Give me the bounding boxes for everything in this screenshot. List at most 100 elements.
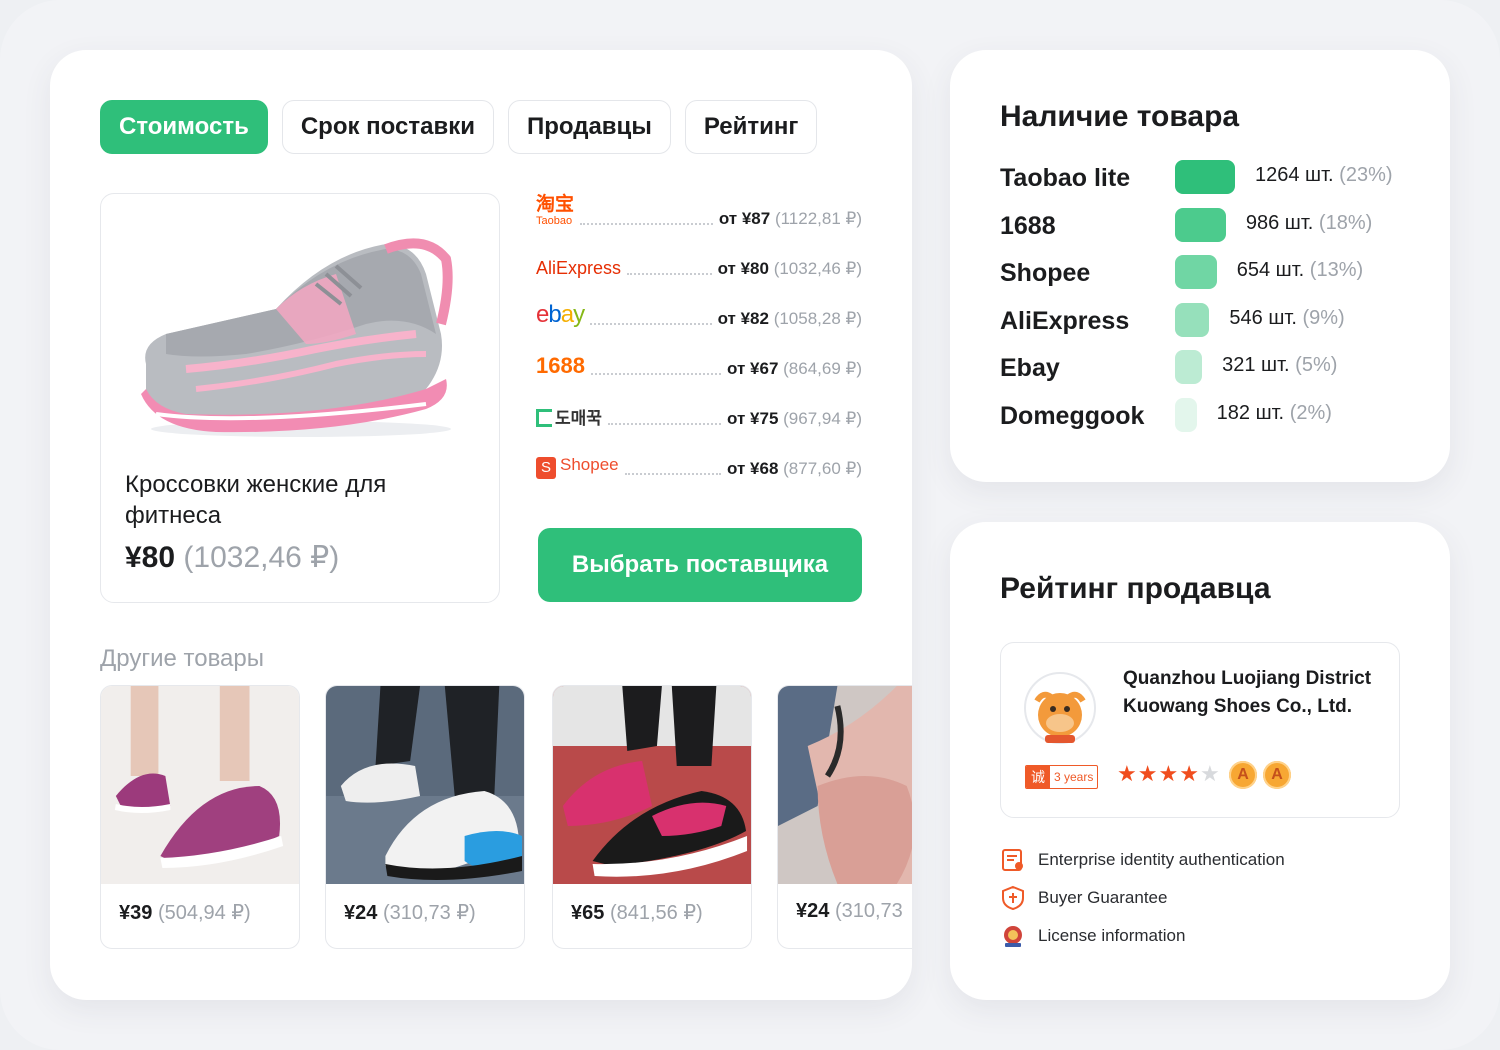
supplier-price-converted: (1122,81 ₽): [774, 209, 862, 228]
aliexpress-logo-icon: AliExpress: [536, 258, 622, 278]
supplier-price: от ¥67 (864,69 ₽): [727, 359, 862, 379]
stock-count-value: 654 шт.: [1236, 259, 1305, 281]
stock-count: 1264 шт. (23%): [1255, 164, 1393, 187]
stock-count-percent: (5%): [1295, 354, 1338, 376]
other-product-price-converted: (841,56 ₽): [609, 902, 703, 924]
star-filled-icon: ★: [1117, 761, 1138, 786]
1688-logo-icon: 1688: [536, 353, 585, 378]
stock-count: 986 шт. (18%): [1246, 212, 1372, 235]
feature-buyer-guarantee[interactable]: Buyer Guarantee: [1000, 884, 1167, 912]
other-product-image: [778, 686, 912, 884]
supplier-row-taobao[interactable]: 淘宝 Taobao от ¥87 (1122,81 ₽): [536, 193, 862, 243]
stock-count: 654 шт. (13%): [1237, 259, 1363, 282]
stock-source-name: Shopee: [1000, 259, 1091, 287]
ebay-logo-icon: ebay: [536, 301, 585, 328]
supplier-row-shopee[interactable]: S Shopee от ¥68 (877,60 ₽): [536, 443, 862, 493]
product-comparison-card: Стоимость Срок поставки Продавцы Рейтинг…: [50, 50, 912, 1000]
tab-bar: Стоимость Срок поставки Продавцы Рейтинг: [100, 100, 818, 154]
supplier-price: от ¥87 (1122,81 ₽): [719, 209, 862, 229]
medal-icon: A: [1229, 761, 1257, 789]
taobao-logo-sub: Taobao: [536, 215, 573, 227]
leader-dots: [590, 323, 712, 325]
stock-bar: [1175, 350, 1203, 384]
stock-source-name: Taobao lite: [1000, 164, 1131, 192]
supplier-price: от ¥68 (877,60 ₽): [727, 459, 862, 479]
other-product-image: [553, 686, 751, 884]
domeggook-logo-text: 도매꾹: [555, 409, 602, 428]
star-filled-icon: ★: [1158, 761, 1180, 786]
other-product-price-converted: (504,94 ₽): [157, 902, 251, 924]
supplier-price-converted: (1032,46 ₽): [773, 259, 862, 278]
stock-row: Shopee 654 шт. (13%): [1000, 255, 1420, 295]
other-product-card[interactable]: ¥24 (310,73: [777, 685, 912, 949]
star-filled-icon: ★: [1137, 761, 1159, 786]
feature-license-info[interactable]: License information: [1000, 922, 1185, 950]
product-price-converted: (1032,46 ₽): [183, 541, 340, 574]
other-product-card[interactable]: ¥65 (841,56 ₽): [552, 685, 752, 949]
stock-count-value: 546 шт.: [1229, 306, 1297, 329]
stock-count-percent: (18%): [1318, 211, 1373, 234]
seller-name: Quanzhou Luojiang District Kuowang Shoes…: [1123, 668, 1372, 717]
supplier-list: 淘宝 Taobao от ¥87 (1122,81 ₽) AliExpress …: [536, 193, 862, 493]
years-badge-label: 3 years: [1054, 770, 1094, 784]
leader-dots: [607, 423, 722, 425]
other-product-price-value: ¥65: [571, 902, 605, 924]
leader-dots: [590, 373, 722, 375]
stock-count-percent: (23%): [1339, 164, 1393, 186]
tab-delivery-time[interactable]: Срок поставки: [281, 100, 494, 154]
choose-supplier-button[interactable]: Выбрать поставщика: [538, 528, 862, 602]
stock-count: 182 шт. (2%): [1217, 402, 1332, 425]
other-product-image: [326, 686, 524, 884]
other-product-price-value: ¥39: [119, 902, 153, 924]
stock-bar: [1175, 397, 1197, 432]
other-product-price: ¥65 (841,56 ₽): [571, 900, 703, 925]
stock-count: 546 шт. (9%): [1229, 307, 1344, 330]
stock-bar: [1175, 255, 1217, 289]
tab-cost[interactable]: Стоимость: [100, 100, 268, 154]
other-product-price: ¥24 (310,73 ₽): [344, 900, 476, 925]
tab-rating[interactable]: Рейтинг: [684, 100, 818, 154]
seller-avatar: [1024, 672, 1096, 744]
feature-label: Enterprise identity authentication: [1038, 850, 1285, 869]
other-products-heading: Другие товары: [100, 645, 265, 672]
supplier-row-aliexpress[interactable]: AliExpress от ¥80 (1032,46 ₽): [536, 243, 862, 293]
supplier-row-1688[interactable]: 1688 от ¥67 (864,69 ₽): [536, 343, 862, 393]
supplier-price-converted: (864,69 ₽): [783, 359, 862, 378]
years-badge: 诚 3 years: [1025, 765, 1099, 789]
supplier-price-value: от ¥80: [717, 259, 769, 278]
supplier-price-value: от ¥68: [727, 459, 779, 478]
taobao-logo-icon: 淘宝 Taobao: [536, 194, 575, 229]
supplier-row-ebay[interactable]: ebay от ¥82 (1058,28 ₽): [536, 293, 862, 343]
license-icon: [1004, 926, 1022, 947]
seller-rating-card: Рейтинг продавца Quanzhou Luojiang Distr…: [950, 522, 1450, 1000]
shopee-logo-icon: S Shopee: [536, 455, 619, 479]
medal-icon: A: [1263, 761, 1291, 789]
stock-count-percent: (2%): [1289, 401, 1332, 424]
stock-count-value: 182 шт.: [1216, 401, 1285, 424]
leader-dots: [627, 273, 712, 275]
leader-dots: [580, 223, 713, 225]
stock-source-name: AliExpress: [1000, 306, 1130, 335]
feature-label: Buyer Guarantee: [1038, 888, 1168, 907]
stock-count-value: 321 шт.: [1222, 354, 1290, 376]
feature-enterprise-auth[interactable]: Enterprise identity authentication: [1000, 846, 1285, 874]
domeggook-logo-icon: 도매꾹: [536, 404, 602, 429]
other-product-card[interactable]: ¥39 (504,94 ₽): [100, 685, 300, 949]
stock-availability-card: Наличие товара Taobao lite 1264 шт. (23%)…: [950, 50, 1450, 482]
stock-source-name: 1688: [1000, 211, 1056, 240]
supplier-row-domeggook[interactable]: 도매꾹 от ¥75 (967,94 ₽): [536, 393, 862, 443]
supplier-price: от ¥80 (1032,46 ₽): [718, 259, 862, 279]
stock-count-percent: (9%): [1302, 306, 1345, 329]
seller-box[interactable]: Quanzhou Luojiang District Kuowang Shoes…: [1000, 642, 1400, 818]
product-card[interactable]: Кроссовки женские для фитнеса ¥80 (1032,…: [100, 193, 500, 603]
stock-source-name: Ebay: [1000, 354, 1060, 382]
rating-stars: ★★★★★: [1117, 761, 1221, 787]
other-product-card[interactable]: ¥24 (310,73 ₽): [325, 685, 525, 949]
supplier-price: от ¥82 (1058,28 ₽): [718, 309, 862, 329]
leader-dots: [624, 473, 722, 475]
stock-count-value: 1264 шт.: [1255, 164, 1334, 186]
shopee-logo-text: Shopee: [560, 455, 619, 474]
tab-sellers[interactable]: Продавцы: [507, 100, 671, 154]
trust-badge-icon: 诚: [1026, 766, 1050, 788]
taobao-logo-text: 淘宝: [536, 194, 575, 215]
